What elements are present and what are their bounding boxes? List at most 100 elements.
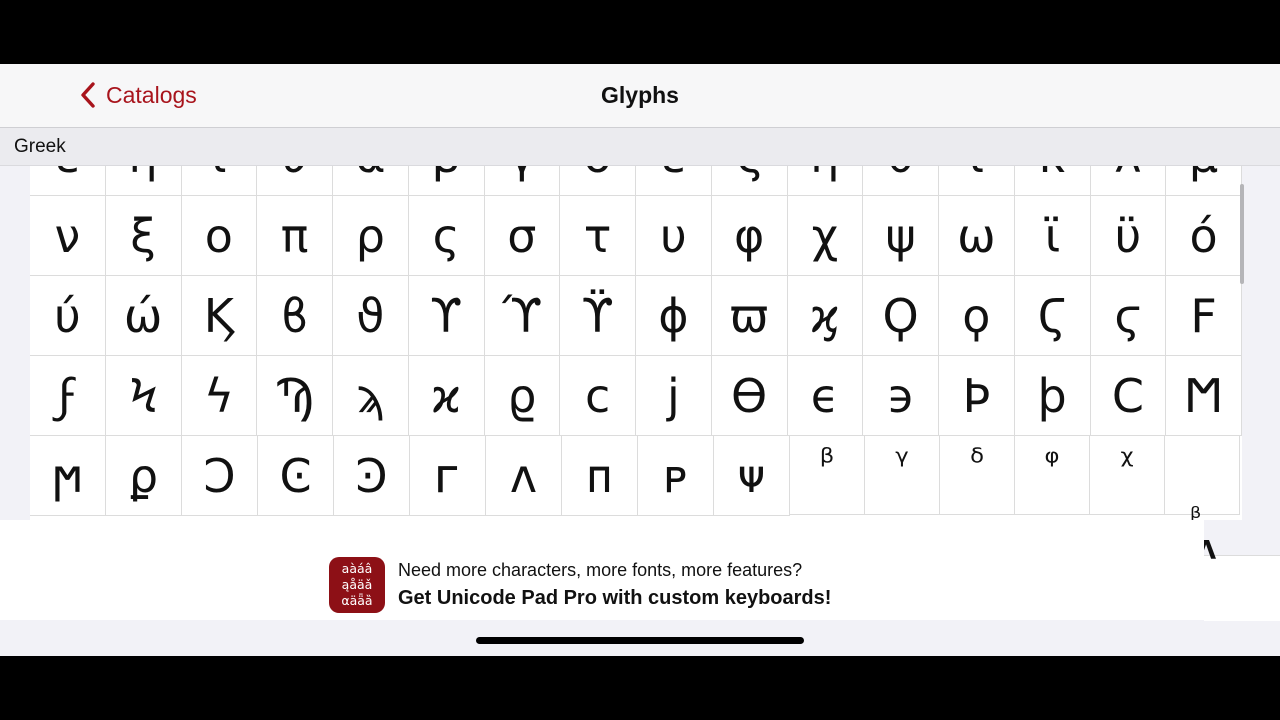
glyph-cell[interactable]: ᴩ bbox=[638, 436, 714, 516]
glyph-cell[interactable]: ϟ bbox=[181, 356, 258, 436]
glyph-cell[interactable]: ι bbox=[181, 166, 258, 196]
glyph-cell[interactable]: ω bbox=[939, 196, 1015, 276]
glyph-cell[interactable]: ϒ bbox=[408, 276, 485, 356]
glyph-cell[interactable]: ᵠ bbox=[1015, 436, 1090, 515]
glyph-row: ϝ Ϟϟ Ϡϡ ϰ ϱ ϲ ϳ ϴϵ ϶ Ϸϸ Ϲ Ϻ bbox=[30, 356, 1242, 436]
glyph-cell[interactable]: ϓ bbox=[484, 276, 561, 356]
glyph-cell[interactable]: ς bbox=[408, 196, 485, 276]
glyph-cell[interactable]: ι bbox=[939, 166, 1015, 196]
promo-banner[interactable]: aàáâ ąåäǎ αäǟȁ Need more characters, mor… bbox=[0, 520, 1204, 620]
glyph-cell[interactable]: υ bbox=[257, 166, 333, 196]
glyph-cell[interactable]: ψ bbox=[863, 196, 939, 276]
glyph-cell[interactable]: ϊ bbox=[1014, 196, 1091, 276]
home-indicator[interactable] bbox=[476, 637, 804, 644]
glyph-cell[interactable]: ρ bbox=[333, 196, 409, 276]
glyph-cell[interactable]: ό bbox=[1166, 196, 1242, 276]
glyph-cell[interactable]: ᵞ bbox=[865, 436, 940, 515]
glyph-cell[interactable]: Ͽ bbox=[334, 436, 410, 516]
glyph-row: ύώϏϐϑϒϓϔϕϖϗϘϙϚϛϜ bbox=[30, 276, 1242, 356]
glyph-cell[interactable]: δ bbox=[560, 166, 636, 196]
glyph-cell[interactable]: ϛ bbox=[1090, 276, 1167, 356]
glyph-cell[interactable]: ϗ bbox=[787, 276, 864, 356]
icon-text-line: αäǟȁ bbox=[341, 593, 373, 608]
glyph-cell[interactable]: γ bbox=[484, 166, 561, 196]
glyph-cell[interactable]: ϻ bbox=[30, 436, 106, 516]
unicode-pad-pro-app-icon: aàáâ ąåäǎ αäǟȁ bbox=[329, 557, 385, 613]
glyph-cell[interactable]: Ϙ bbox=[863, 276, 939, 356]
glyph-cell[interactable]: Ϡ bbox=[257, 356, 333, 436]
glyph-cell[interactable]: ϳ bbox=[636, 356, 712, 436]
navigation-bar: Catalogs Glyphs bbox=[0, 64, 1280, 128]
glyph-cell[interactable]: κ bbox=[1014, 166, 1091, 196]
glyph-cell[interactable]: θ bbox=[863, 166, 939, 196]
glyph-cell[interactable]: ν bbox=[30, 196, 106, 276]
glyph-cell[interactable]: Ͼ bbox=[258, 436, 334, 516]
glyph-cell[interactable]: χ bbox=[787, 196, 864, 276]
glyph-cell[interactable]: υ bbox=[636, 196, 712, 276]
glyph-cell[interactable]: Ϛ bbox=[1014, 276, 1091, 356]
glyph-cell[interactable]: ϑ bbox=[333, 276, 409, 356]
promo-headline: Get Unicode Pad Pro with custom keyboard… bbox=[398, 587, 832, 609]
scrollbar[interactable] bbox=[1240, 184, 1244, 284]
glyph-cell[interactable]: ϙ bbox=[939, 276, 1015, 356]
glyph-cell[interactable]: λ bbox=[1090, 166, 1167, 196]
glyph-cell[interactable]: ϐ bbox=[257, 276, 333, 356]
glyph-cell[interactable]: ϕ bbox=[636, 276, 712, 356]
glyph-cell[interactable]: η bbox=[105, 166, 182, 196]
glyph-cell[interactable]: ξ bbox=[105, 196, 182, 276]
glyph-cell[interactable]: ο bbox=[181, 196, 258, 276]
glyph-cell[interactable]: ϰ bbox=[408, 356, 485, 436]
glyph-cell[interactable]: ϲ bbox=[560, 356, 636, 436]
glyph-cell[interactable]: ϴ bbox=[711, 356, 788, 436]
glyph-cell[interactable]: ϝ bbox=[30, 356, 106, 436]
glyph-cell[interactable]: φ bbox=[711, 196, 788, 276]
glyph-cell[interactable]: β bbox=[408, 166, 485, 196]
icon-text-line: aàáâ bbox=[341, 561, 373, 576]
page-title: Glyphs bbox=[601, 82, 679, 108]
glyph-cell[interactable]: ε bbox=[636, 166, 712, 196]
glyph-cell[interactable]: σ bbox=[484, 196, 561, 276]
glyph-cell[interactable]: ζ bbox=[711, 166, 788, 196]
glyph-cell[interactable]: Ϻ bbox=[1166, 356, 1242, 436]
glyph-cell[interactable]: ϔ bbox=[560, 276, 636, 356]
app-screen: Catalogs Glyphs Greek εηιυαβγδεζηθικλμνξ… bbox=[0, 64, 1280, 656]
glyph-cell[interactable]: α bbox=[333, 166, 409, 196]
glyph-cell[interactable]: ᵟ bbox=[940, 436, 1015, 515]
glyph-cell[interactable]: ᵡ bbox=[1090, 436, 1165, 515]
glyph-cell[interactable]: ϖ bbox=[711, 276, 788, 356]
glyph-cell[interactable]: ᴪ bbox=[714, 436, 790, 516]
glyph-cell[interactable]: μ bbox=[1166, 166, 1242, 196]
glyph-cell[interactable]: τ bbox=[560, 196, 636, 276]
glyph-cell[interactable]: ϋ bbox=[1090, 196, 1167, 276]
glyph-cell[interactable]: Ϟ bbox=[105, 356, 182, 436]
section-header-label: Greek bbox=[14, 136, 66, 157]
glyph-cell[interactable]: ώ bbox=[105, 276, 182, 356]
glyph-cell[interactable]: ύ bbox=[30, 276, 106, 356]
glyph-cell[interactable] bbox=[1165, 436, 1240, 515]
glyph-cell[interactable]: Ϲ bbox=[1090, 356, 1167, 436]
glyph-cell[interactable]: ϡ bbox=[333, 356, 409, 436]
glyph-grid[interactable]: εηιυαβγδεζηθικλμνξοπρςστυφχψωϊϋόύώϏϐϑϒϓϔ… bbox=[30, 166, 1242, 520]
glyph-cell[interactable]: ᴧ bbox=[486, 436, 562, 516]
glyph-row: νξοπρςστυφχψωϊϋό bbox=[30, 196, 1242, 276]
promo-text: Need more characters, more fonts, more f… bbox=[398, 560, 803, 580]
glyph-cell[interactable]: Ϸ bbox=[939, 356, 1015, 436]
glyph-cell[interactable]: Ϗ bbox=[181, 276, 258, 356]
icon-text-line: ąåäǎ bbox=[341, 577, 373, 592]
glyph-row: εηιυαβγδεζηθικλμ bbox=[30, 166, 1242, 196]
glyph-cell[interactable]: ᴨ bbox=[562, 436, 638, 516]
glyph-cell[interactable]: ϼ bbox=[106, 436, 182, 516]
glyph-cell[interactable]: ϶ bbox=[863, 356, 939, 436]
glyph-cell[interactable]: Ϝ bbox=[1166, 276, 1242, 356]
glyph-cell[interactable]: ϵ bbox=[787, 356, 864, 436]
glyph-cell[interactable]: ᵝ bbox=[790, 436, 865, 515]
glyph-cell[interactable]: ϸ bbox=[1014, 356, 1091, 436]
glyph-cell[interactable]: ε bbox=[30, 166, 106, 196]
section-header: Greek bbox=[0, 128, 1280, 166]
glyph-row: ϻϼϽϾϿᴦᴧᴨᴩᴪᵝᵞᵟᵠᵡ bbox=[30, 436, 1242, 516]
glyph-cell[interactable]: Ͻ bbox=[182, 436, 258, 516]
glyph-cell[interactable]: ᴦ bbox=[410, 436, 486, 516]
glyph-cell[interactable]: η bbox=[787, 166, 864, 196]
glyph-cell[interactable]: ϱ bbox=[484, 356, 561, 436]
glyph-cell[interactable]: π bbox=[257, 196, 333, 276]
